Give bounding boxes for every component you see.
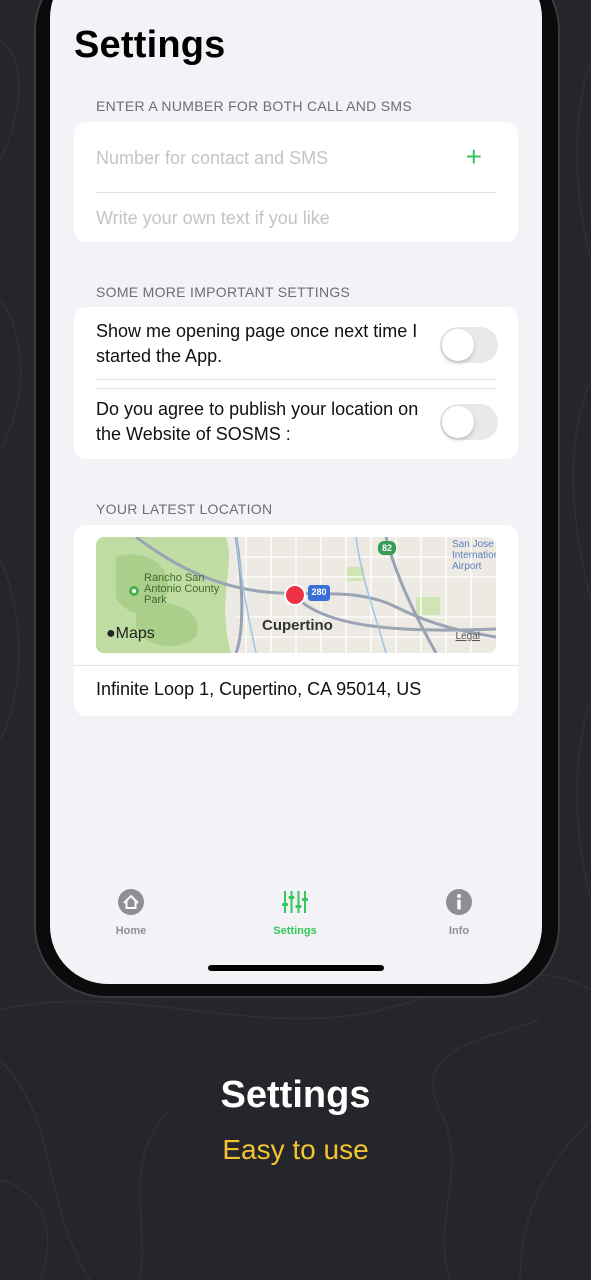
tab-home-label: Home	[115, 925, 147, 937]
info-icon	[446, 889, 472, 915]
caption-subtitle: Easy to use	[222, 1134, 369, 1165]
divider	[96, 192, 496, 193]
tab-info[interactable]: Info	[414, 888, 504, 937]
divider	[74, 665, 518, 666]
sliders-icon	[282, 891, 308, 913]
number-input[interactable]: Number for contact and SMS	[96, 148, 328, 169]
opening-page-toggle[interactable]	[440, 327, 498, 363]
page-title: Settings	[74, 24, 226, 66]
opening-page-label: Show me opening page once next time I st…	[96, 321, 418, 366]
toggle-knob	[442, 329, 474, 361]
maps-brand: ●Maps	[106, 625, 155, 642]
caption-title: Settings	[220, 1074, 371, 1116]
custom-text-input[interactable]: Write your own text if you like	[96, 208, 330, 229]
more-settings-header: SOME MORE IMPORTANT SETTINGS	[96, 284, 351, 300]
apple-logo-icon: ●	[106, 625, 116, 642]
location-section-header: YOUR LATEST LOCATION	[96, 501, 273, 517]
tab-settings[interactable]: Settings	[250, 888, 340, 937]
interstate-shield: 280	[311, 587, 327, 597]
settings-card: Show me opening page once next time I st…	[74, 307, 518, 459]
divider	[96, 388, 496, 389]
location-card: Rancho San Antonio County Park Cupertino…	[74, 525, 518, 716]
phone-screen: Settings ENTER A NUMBER FOR BOTH CALL AN…	[50, 0, 542, 984]
location-address: Infinite Loop 1, Cupertino, CA 95014, US	[96, 679, 422, 699]
location-map[interactable]: Rancho San Antonio County Park Cupertino…	[96, 537, 496, 653]
divider	[96, 379, 496, 380]
contact-section-header: ENTER A NUMBER FOR BOTH CALL AND SMS	[96, 98, 413, 114]
map-label-airport: San Jose International Airport	[452, 539, 496, 572]
house-icon	[118, 889, 144, 915]
highway-shield: 82	[381, 543, 392, 553]
tab-home[interactable]: Home	[86, 888, 176, 937]
tab-info-label: Info	[448, 925, 470, 937]
publish-location-toggle[interactable]	[440, 404, 498, 440]
tab-settings-label: Settings	[273, 925, 317, 937]
map-label-park: Rancho San Antonio County Park	[144, 572, 220, 606]
home-indicator	[208, 965, 384, 971]
map-legal-link[interactable]: Legal	[456, 631, 480, 642]
plus-icon[interactable]: +	[466, 142, 482, 172]
tab-bar: Home Settings Info	[50, 888, 542, 948]
contact-card: Number for contact and SMS + Write your …	[74, 122, 518, 242]
publish-location-label: Do you agree to publish your location on…	[96, 399, 419, 444]
toggle-knob	[442, 406, 474, 438]
map-label-city: Cupertino	[262, 617, 333, 634]
